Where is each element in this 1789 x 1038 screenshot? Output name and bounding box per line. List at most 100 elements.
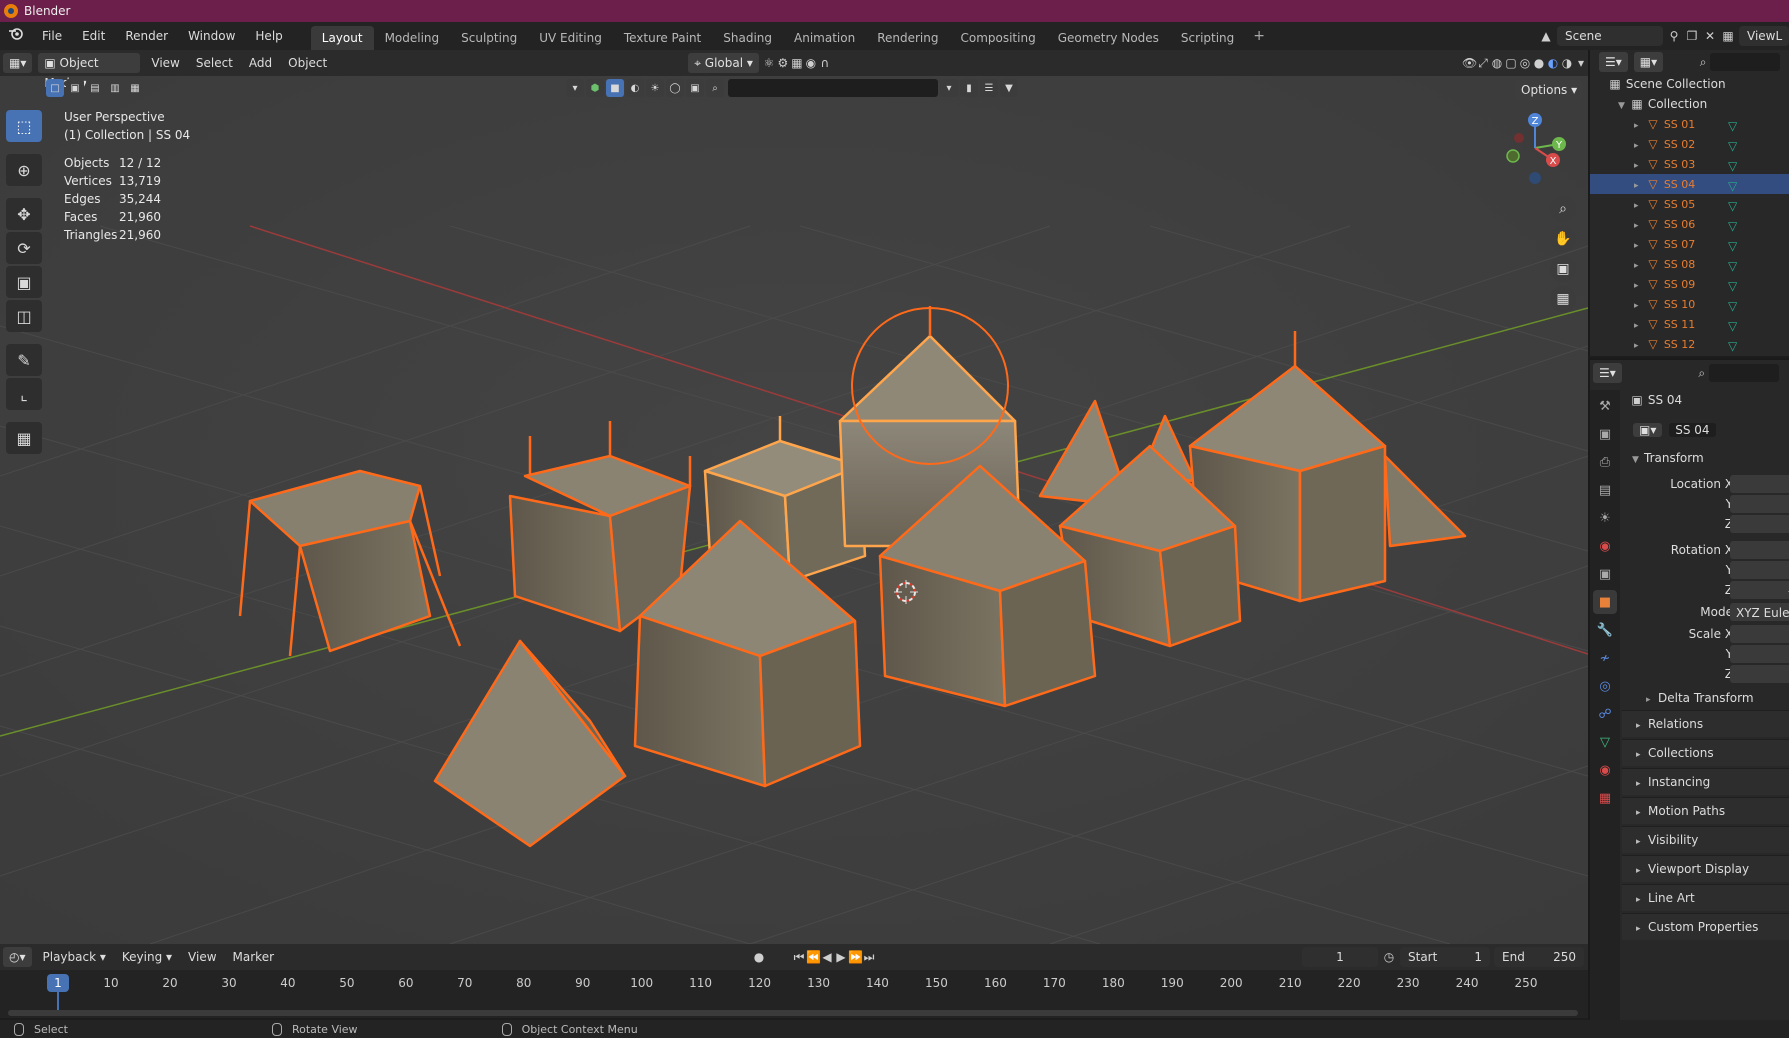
view-layer-field[interactable]: ViewL <box>1739 26 1789 46</box>
properties-panel-header[interactable]: ▸ Relations <box>1622 710 1789 737</box>
rotate-icon[interactable]: ⟳ <box>6 232 42 264</box>
outliner-object-row[interactable]: ▸ ▽ SS 05 ▽ <box>1590 194 1789 214</box>
object-expand-icon[interactable]: ▸ <box>1634 196 1646 216</box>
datablock-name-field[interactable]: SS 04 <box>1669 423 1716 437</box>
panel-expand-icon[interactable]: ▸ <box>1636 771 1648 797</box>
timeline-menu-playback[interactable]: Playback ▾ <box>35 950 114 964</box>
select-extend-icon[interactable]: ▣ <box>66 79 84 97</box>
material-tab-icon[interactable]: ◉ <box>1593 758 1617 782</box>
panel-expand-icon[interactable]: ▸ <box>1636 887 1648 913</box>
outliner-object-row[interactable]: ▸ ▽ SS 08 ▽ <box>1590 254 1789 274</box>
object-expand-icon[interactable]: ▸ <box>1634 336 1646 356</box>
menu-render[interactable]: Render <box>115 22 178 50</box>
select-box-icon[interactable]: ⬚ <box>6 110 42 142</box>
viewport-menu-view[interactable]: View <box>143 56 187 70</box>
outliner-object-row[interactable]: ▸ ▽ SS 12 ▽ <box>1590 334 1789 354</box>
scene-name-field[interactable]: Scene <box>1557 26 1663 46</box>
outliner-object-row[interactable]: ▸ ▽ SS 09 ▽ <box>1590 274 1789 294</box>
physics-tab-icon[interactable]: ◎ <box>1593 674 1617 698</box>
outliner-object-row[interactable]: ▸ ▽ SS 04 ▽ <box>1590 174 1789 194</box>
mesh-data-icon[interactable]: ▽ <box>1728 276 1737 296</box>
mesh-data-icon[interactable]: ▽ <box>1728 176 1737 196</box>
texture-tab-icon[interactable]: ▦ <box>1593 786 1617 810</box>
copy-scene-icon[interactable]: ❐ <box>1685 29 1699 43</box>
properties-panel-header[interactable]: ▸ Custom Properties <box>1622 913 1789 940</box>
camera-view-icon[interactable]: ▣ <box>1550 256 1576 282</box>
timeline-menu-marker[interactable]: Marker <box>225 950 282 964</box>
search-input[interactable] <box>728 79 938 97</box>
clock-icon[interactable]: ◷ <box>1382 950 1396 964</box>
mesh-data-icon[interactable]: ▽ <box>1728 236 1737 256</box>
object-expand-icon[interactable]: ▸ <box>1634 296 1646 316</box>
collection-expand-icon[interactable]: ▼ <box>1618 96 1630 116</box>
mesh-data-icon[interactable]: ▽ <box>1728 256 1737 276</box>
solid-shading-icon[interactable]: ● <box>1532 56 1546 70</box>
mesh-data-icon[interactable]: ▽ <box>1728 316 1737 336</box>
mesh-data-icon[interactable]: ▽ <box>1728 156 1737 176</box>
curve-filter-icon[interactable]: ◐ <box>626 79 644 97</box>
menu-help[interactable]: Help <box>245 22 292 50</box>
outliner-object-row[interactable]: ▸ ▽ SS 10 ▽ <box>1590 294 1789 314</box>
object-expand-icon[interactable]: ▸ <box>1634 276 1646 296</box>
output-tab-icon[interactable]: ⎙ <box>1593 450 1617 474</box>
data-tab-icon[interactable]: ▽ <box>1593 730 1617 754</box>
workspace-tab-texture-paint[interactable]: Texture Paint <box>613 26 712 50</box>
cursor-icon[interactable]: ⊕ <box>6 154 42 186</box>
panel-expand-icon[interactable]: ▸ <box>1636 858 1648 884</box>
datablock-dropdown[interactable]: ▣▾ <box>1633 423 1663 437</box>
panel-expand-icon[interactable]: ▸ <box>1636 713 1648 739</box>
gizmo-toggle-icon[interactable]: ⤢ <box>1476 56 1490 70</box>
playhead-frame[interactable]: 1 <box>47 974 69 992</box>
funnel-icon[interactable]: ▼ <box>1000 79 1018 97</box>
properties-panel-header[interactable]: ▸ Instancing <box>1622 768 1789 795</box>
search-icon[interactable]: ⌕ <box>706 79 724 97</box>
outliner-object-row[interactable]: ▸ ▽ SS 01 ▽ <box>1590 114 1789 134</box>
render-tab-icon[interactable]: ▣ <box>1593 422 1617 446</box>
workspace-tab-geometry-nodes[interactable]: Geometry Nodes <box>1047 26 1170 50</box>
timeline-area[interactable]: 10 20 30 40 50 60 70 80 90 100 110 120 130 140 150 160 1… <box>0 970 1588 1018</box>
blender-menu-icon[interactable] <box>0 22 32 50</box>
transform-expand-icon[interactable]: ▼ <box>1632 450 1644 470</box>
object-expand-icon[interactable]: ▸ <box>1634 216 1646 236</box>
constraints-tab-icon[interactable]: ☍ <box>1593 702 1617 726</box>
object-expand-icon[interactable]: ▸ <box>1634 236 1646 256</box>
overlay-icon[interactable]: ◍ <box>1490 56 1504 70</box>
pivot-icon[interactable]: ⚛ <box>762 56 776 70</box>
camera-filter-icon[interactable]: ▣ <box>686 79 704 97</box>
current-frame-field[interactable]: 1 <box>1302 947 1378 967</box>
scale-x-field[interactable]: 0 <box>1730 625 1789 643</box>
ortho-grid-icon[interactable]: ▦ <box>1550 286 1576 312</box>
falloff-icon[interactable]: ∩ <box>818 56 832 70</box>
workspace-tab-sculpting[interactable]: Sculpting <box>450 26 528 50</box>
world-filter-icon[interactable]: ◯ <box>666 79 684 97</box>
mesh-data-icon[interactable]: ▽ <box>1728 116 1737 136</box>
annotate-icon[interactable]: ✎ <box>6 344 42 376</box>
object-expand-icon[interactable]: ▸ <box>1634 316 1646 336</box>
properties-panel-header[interactable]: ▸ Collections <box>1622 739 1789 766</box>
options-dropdown[interactable]: Options ▾ <box>1515 80 1584 100</box>
mesh-data-icon[interactable]: ▽ <box>1728 296 1737 316</box>
mode-dropdown[interactable]: ▣ Object Mode ▾ <box>38 53 141 90</box>
timeline-menu-view[interactable]: View <box>180 950 224 964</box>
mesh-data-icon[interactable]: ▽ <box>1728 196 1737 216</box>
display-mode-dropdown[interactable]: ▦▾ <box>1633 52 1664 72</box>
modifier-tab-icon[interactable]: 🔧 <box>1593 618 1617 642</box>
orientation-dropdown[interactable]: ⌖ Global ▾ <box>688 53 759 73</box>
record-icon[interactable]: ● <box>752 950 766 964</box>
properties-panel-header[interactable]: ▸ Visibility <box>1622 826 1789 853</box>
mesh-data-icon[interactable]: ▽ <box>1728 336 1737 356</box>
mesh-data-icon[interactable]: ▽ <box>1728 216 1737 236</box>
properties-editor-type-dropdown[interactable]: ☰▾ <box>1593 363 1622 383</box>
delta-transform-panel[interactable]: ▸ Delta Transform <box>1622 688 1789 708</box>
bookmark-icon[interactable]: ▮ <box>960 79 978 97</box>
particles-tab-icon[interactable]: ≁ <box>1593 646 1617 670</box>
mesh-filter-icon[interactable]: ■ <box>606 79 624 97</box>
wireframe-shading-icon[interactable]: ◎ <box>1518 56 1532 70</box>
proportional-edit-icon[interactable]: ◉ <box>804 56 818 70</box>
visibility-icon[interactable]: 👁 <box>1462 56 1477 70</box>
scale-z-field[interactable]: 0 <box>1730 665 1789 683</box>
material-shading-icon[interactable]: ◐ <box>1546 56 1560 70</box>
object-expand-icon[interactable]: ▸ <box>1634 136 1646 156</box>
workspace-tab-shading[interactable]: Shading <box>712 26 783 50</box>
outliner-collection[interactable]: ▼ ▦ Collection <box>1590 94 1789 114</box>
